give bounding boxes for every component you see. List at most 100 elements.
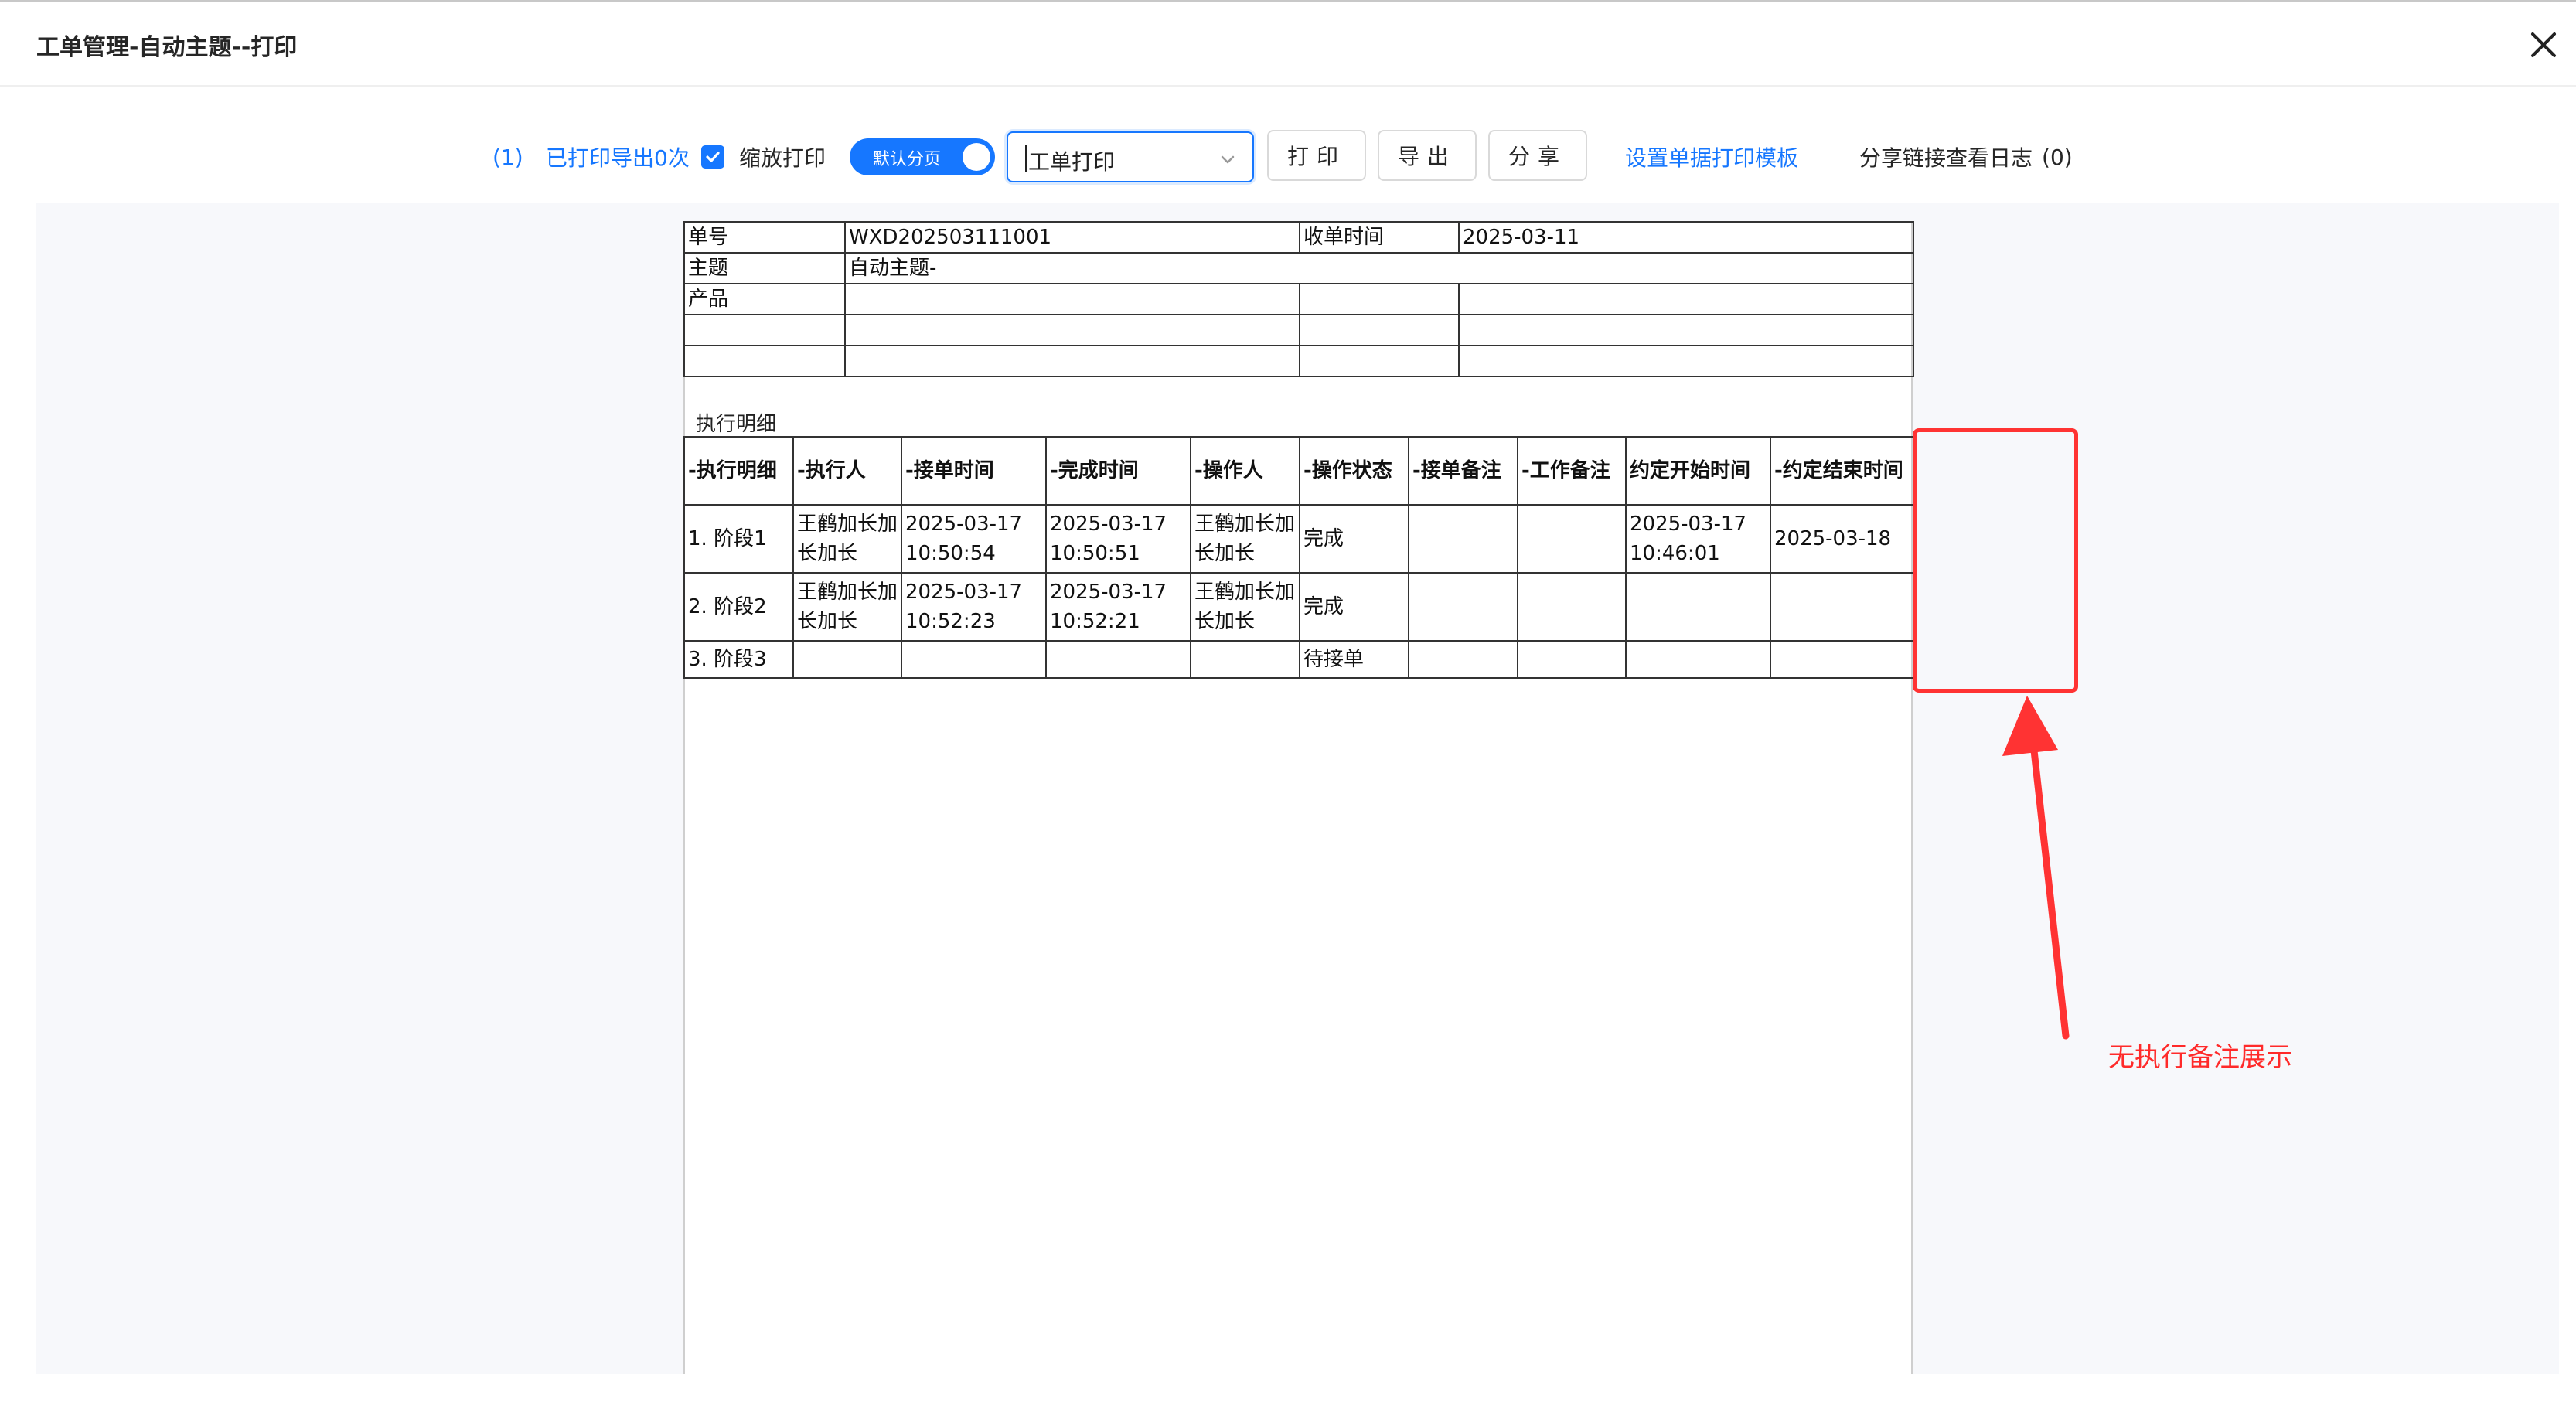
text-cursor [1025, 145, 1027, 172]
close-icon [2531, 32, 2556, 57]
switch-label: 默认分页 [873, 150, 942, 169]
table-cell [1299, 314, 1460, 346]
table-row: 产品 [683, 283, 1914, 315]
print-button[interactable]: 打印 [1267, 130, 1366, 181]
table-row [683, 314, 1914, 346]
table-cell: 王鹤加长加长加长 [1190, 572, 1300, 642]
table-row: 2. 阶段2 王鹤加长加长加长 2025-03-17 10:52:23 2025… [683, 572, 1914, 642]
table-cell: 2025-03-17 10:50:54 [901, 504, 1047, 574]
table-cell: 2025-03-17 10:52:23 [901, 572, 1047, 642]
column-header: -工作备注 [1517, 436, 1627, 506]
product-label: 产品 [683, 283, 846, 315]
column-header: -操作人 [1190, 436, 1300, 506]
table-cell: 王鹤加长加长加长 [792, 504, 902, 574]
order-no-label: 单号 [683, 221, 846, 254]
print-count: (1) [492, 144, 523, 170]
annotation-arrow-icon [2002, 696, 2070, 1040]
receive-time-label: 收单时间 [1299, 221, 1460, 254]
table-cell [844, 314, 1300, 346]
export-button[interactable]: 导出 [1378, 130, 1477, 181]
table-row: 主题 自动主题- [683, 252, 1914, 284]
share-log-label: 分享链接查看日志 [1859, 145, 2033, 171]
table-cell [1517, 640, 1627, 679]
order-info-table: 单号 WXD202503111001 收单时间 2025-03-11 主题 自动… [683, 221, 1914, 377]
table-cell [1190, 640, 1300, 679]
checkbox-box [701, 145, 724, 169]
print-template-select[interactable]: 工单打印 [1007, 130, 1254, 184]
table-cell: 2025-03-17 10:50:51 [1045, 504, 1191, 574]
share-log-count: (0) [2042, 144, 2073, 170]
subject-value: 自动主题- [844, 252, 1914, 284]
table-cell [1299, 345, 1460, 377]
table-cell [683, 345, 846, 377]
table-cell [1770, 640, 1914, 679]
execution-detail-table: -执行明细 -执行人 -接单时间 -完成时间 -操作人 -操作状态 -接单备注 … [683, 436, 1914, 679]
table-row: 单号 WXD202503111001 收单时间 2025-03-11 [683, 221, 1914, 254]
share-button[interactable]: 分享 [1488, 130, 1587, 181]
dialog-header: 工单管理-自动主题--打印 [0, 2, 2576, 87]
table-cell [1458, 314, 1914, 346]
table-cell [683, 314, 846, 346]
table-cell [901, 640, 1047, 679]
column-header: -执行明细 [683, 436, 794, 506]
subject-label: 主题 [683, 252, 846, 284]
table-cell: 完成 [1299, 504, 1409, 574]
table-cell [844, 283, 1300, 315]
table-cell: 2025-03-17 10:46:01 [1625, 504, 1771, 574]
column-header: -约定结束时间 [1770, 436, 1914, 506]
column-header: -操作状态 [1299, 436, 1409, 506]
table-cell: 王鹤加长加长加长 [1190, 504, 1300, 574]
column-header: -完成时间 [1045, 436, 1191, 506]
select-box: 工单打印 [1007, 131, 1254, 182]
table-row: 1. 阶段1 王鹤加长加长加长 2025-03-17 10:50:54 2025… [683, 504, 1914, 574]
table-cell [1625, 572, 1771, 642]
check-icon [706, 152, 720, 162]
receive-time-value: 2025-03-11 [1458, 221, 1914, 254]
column-header: -执行人 [792, 436, 902, 506]
table-cell [844, 345, 1300, 377]
annotation-text: 无执行备注展示 [2108, 1042, 2292, 1073]
switch-knob [963, 143, 990, 171]
switch-track: 默认分页 [850, 138, 995, 175]
table-cell [1408, 504, 1518, 574]
close-button[interactable] [2527, 28, 2561, 62]
set-template-link[interactable]: 设置单据打印模板 [1625, 130, 1798, 184]
column-header: 约定开始时间 [1625, 436, 1771, 506]
table-cell [1517, 504, 1627, 574]
select-value: 工单打印 [1028, 149, 1116, 175]
share-log-link[interactable]: 分享链接查看日志 (0) [1859, 130, 2073, 184]
annotation-highlight-box [1913, 428, 2078, 693]
printed-export-count: 已打印导出0次 [546, 145, 690, 171]
table-cell [1517, 572, 1627, 642]
table-cell [1408, 640, 1518, 679]
table-row: 3. 阶段3 待接单 [683, 640, 1914, 679]
table-header-row: -执行明细 -执行人 -接单时间 -完成时间 -操作人 -操作状态 -接单备注 … [683, 436, 1914, 506]
table-cell [1045, 640, 1191, 679]
table-row [683, 345, 1914, 377]
scale-print-label: 缩放打印 [739, 145, 826, 171]
column-header: -接单时间 [901, 436, 1047, 506]
table-cell: 2. 阶段2 [683, 572, 794, 642]
table-cell: 2025-03-18 [1770, 504, 1914, 574]
table-cell [1458, 345, 1914, 377]
table-cell [1408, 572, 1518, 642]
scale-print-checkbox[interactable] [701, 130, 724, 184]
default-paging-switch[interactable]: 默认分页 [850, 130, 995, 184]
table-cell: 3. 阶段3 [683, 640, 794, 679]
column-header: -接单备注 [1408, 436, 1518, 506]
table-cell [1625, 640, 1771, 679]
print-page [683, 221, 1913, 1374]
table-cell: 待接单 [1299, 640, 1409, 679]
table-cell [1458, 283, 1914, 315]
table-cell: 王鹤加长加长加长 [792, 572, 902, 642]
detail-section-title: 执行明细 [696, 413, 777, 436]
table-cell: 2025-03-17 10:52:21 [1045, 572, 1191, 642]
chevron-down-icon [1221, 155, 1235, 164]
table-cell [1299, 283, 1460, 315]
table-cell: 完成 [1299, 572, 1409, 642]
table-cell [1770, 572, 1914, 642]
table-cell: 1. 阶段1 [683, 504, 794, 574]
dialog-title: 工单管理-自动主题--打印 [36, 34, 298, 61]
table-cell [792, 640, 902, 679]
order-no-value: WXD202503111001 [844, 221, 1300, 254]
